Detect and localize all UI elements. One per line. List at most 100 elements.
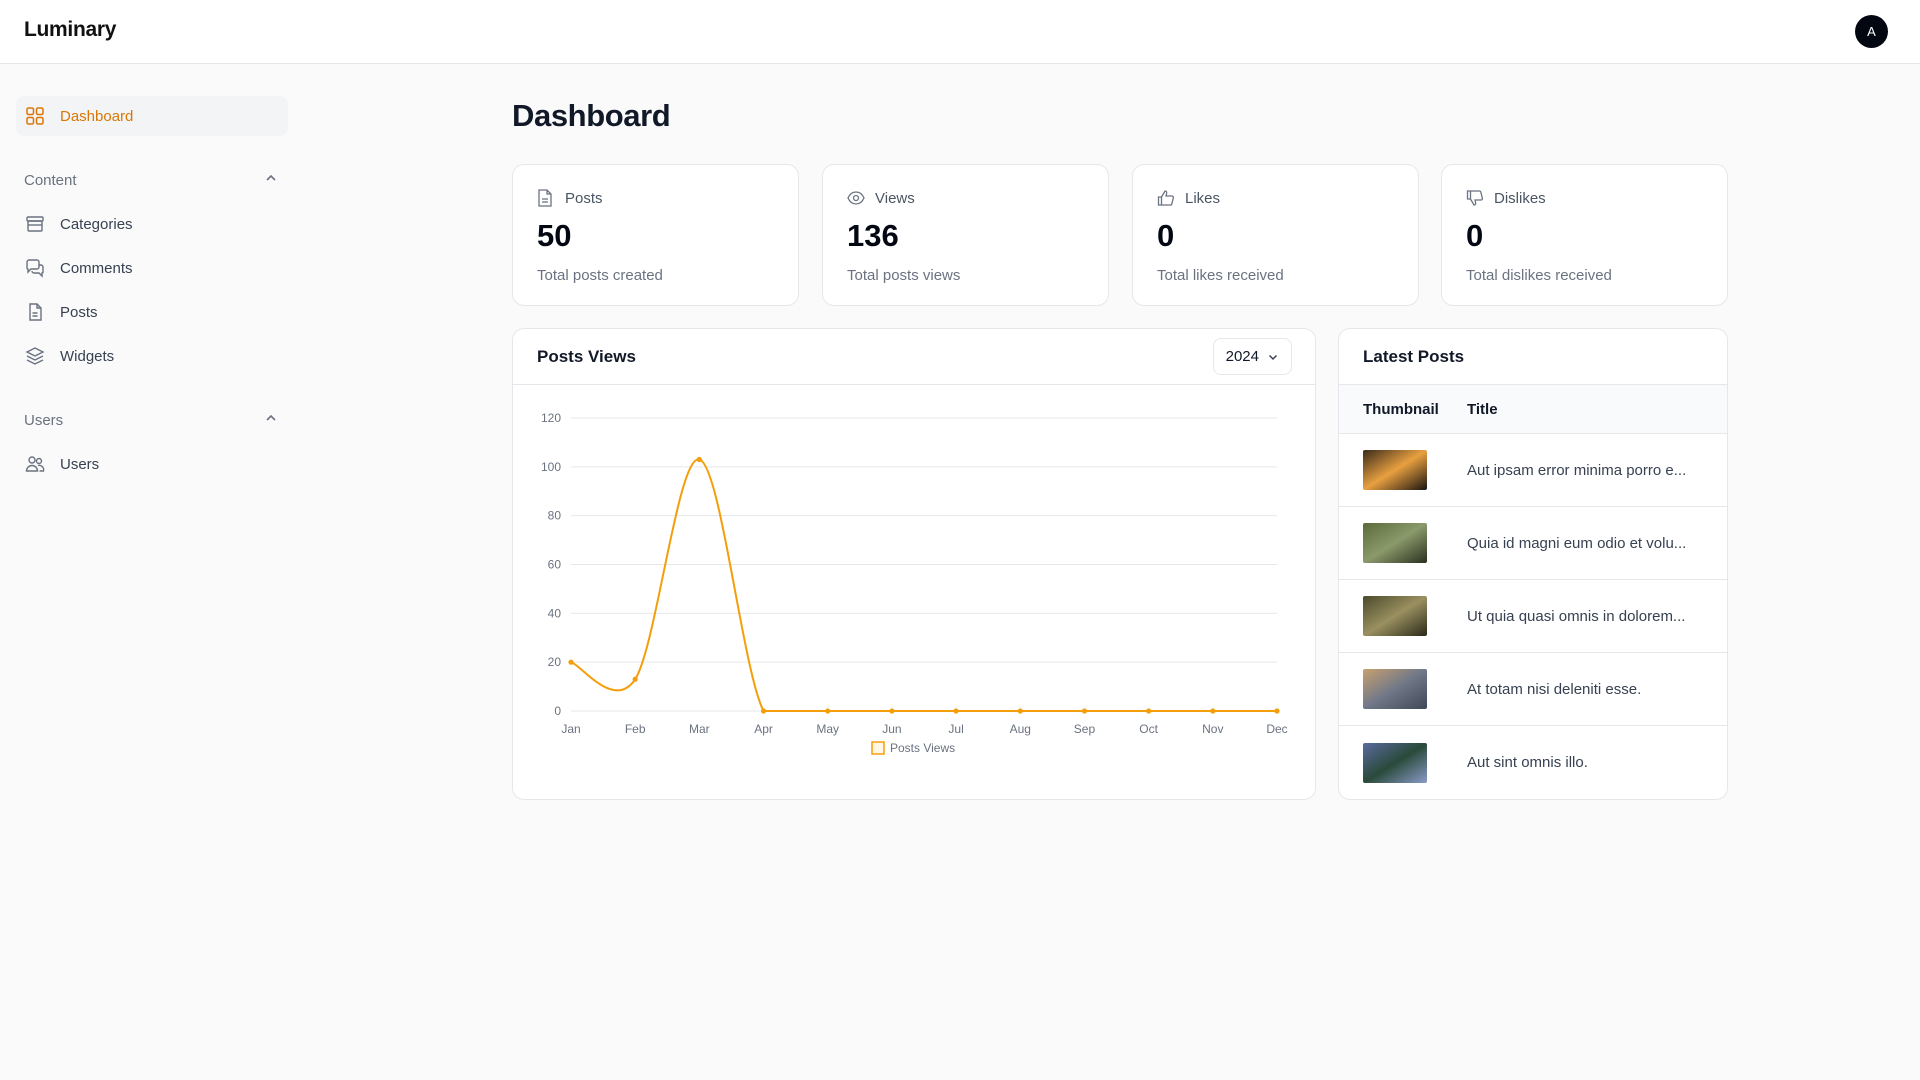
data-point [1274, 708, 1280, 714]
stat-card-views: Views 136 Total posts views [822, 164, 1109, 306]
sidebar-group-users[interactable]: Users [16, 400, 288, 440]
column-header-title: Title [1467, 400, 1498, 418]
stat-card-likes: Likes 0 Total likes received [1132, 164, 1419, 306]
post-thumbnail [1363, 596, 1427, 636]
stat-value: 50 [537, 218, 572, 253]
x-tick-label: Feb [625, 722, 646, 736]
post-thumbnail [1363, 669, 1427, 709]
page-title: Dashboard [512, 98, 671, 133]
eye-icon [847, 189, 865, 207]
stat-description: Total dislikes received [1466, 267, 1612, 284]
year-select[interactable]: 2024 [1212, 338, 1292, 375]
table-row[interactable]: Quia id magni eum odio et volu... [1339, 507, 1727, 580]
sidebar-item-label: Comments [60, 259, 133, 277]
thumb-up-icon [1157, 189, 1175, 207]
y-tick-label: 60 [548, 558, 562, 572]
brand-logo[interactable]: Luminary [24, 18, 116, 42]
data-point [696, 456, 702, 463]
stat-label: Likes [1185, 189, 1221, 207]
sidebar-item-posts[interactable]: Posts [16, 292, 288, 332]
chart-card-title: Posts Views [537, 346, 636, 366]
main-content: Dashboard Posts 50 Total posts created V… [512, 96, 1728, 800]
x-tick-label: Jan [561, 722, 580, 736]
post-title[interactable]: At totam nisi deleniti esse. [1467, 681, 1697, 698]
x-tick-label: Nov [1202, 722, 1223, 736]
post-thumbnail [1363, 450, 1427, 490]
x-tick-label: Jul [948, 722, 963, 736]
x-tick-label: Apr [754, 722, 773, 736]
post-title[interactable]: Aut ipsam error minima porro e... [1467, 462, 1697, 479]
table-row[interactable]: Aut ipsam error minima porro e... [1339, 434, 1727, 507]
stack-icon [24, 345, 46, 367]
sidebar: Dashboard Content Categories Comments Po… [16, 96, 288, 488]
stat-description: Total posts views [847, 267, 961, 284]
sidebar-item-widgets[interactable]: Widgets [16, 336, 288, 376]
sidebar-item-dashboard[interactable]: Dashboard [16, 96, 288, 136]
user-avatar[interactable]: A [1855, 15, 1888, 48]
thumb-down-icon [1466, 189, 1484, 207]
top-bar: Luminary A [0, 0, 1920, 64]
stat-description: Total posts created [537, 267, 663, 284]
legend-label: Posts Views [890, 741, 955, 755]
post-thumbnail [1363, 523, 1427, 563]
stat-label: Dislikes [1494, 189, 1546, 207]
sidebar-item-comments[interactable]: Comments [16, 248, 288, 288]
chevron-up-icon[interactable] [264, 411, 278, 429]
legend-swatch [871, 741, 885, 755]
x-tick-label: Dec [1266, 722, 1287, 736]
sidebar-item-categories[interactable]: Categories [16, 204, 288, 244]
post-thumbnail [1363, 742, 1427, 783]
chat-bubbles-icon [24, 257, 46, 279]
y-tick-label: 80 [548, 509, 562, 523]
sidebar-item-users[interactable]: Users [16, 444, 288, 484]
sidebar-group-content[interactable]: Content [16, 160, 288, 200]
table-row[interactable]: Ut quia quasi omnis in dolorem... [1339, 580, 1727, 653]
sidebar-item-label: Widgets [60, 347, 115, 365]
sidebar-item-label: Categories [60, 215, 133, 233]
users-icon [24, 453, 46, 475]
sidebar-group-label: Content [24, 171, 77, 189]
post-title[interactable]: Ut quia quasi omnis in dolorem... [1467, 608, 1697, 625]
post-title[interactable]: Quia id magni eum odio et volu... [1467, 535, 1697, 552]
stat-value: 0 [1466, 218, 1484, 253]
data-point [1081, 708, 1088, 714]
sidebar-group-label: Users [24, 411, 64, 429]
table-row[interactable]: Aut sint omnis illo. [1339, 726, 1727, 799]
data-point [1210, 708, 1216, 714]
table-header: Thumbnail Title [1339, 385, 1727, 434]
year-select-value: 2024 [1225, 348, 1259, 365]
y-tick-label: 20 [548, 655, 562, 669]
x-tick-label: Sep [1074, 722, 1096, 736]
data-point [568, 659, 574, 665]
stat-label: Posts [565, 189, 603, 207]
latest-posts-list: Aut ipsam error minima porro e... Quia id… [1339, 434, 1727, 799]
chevron-down-icon [1267, 351, 1279, 363]
data-point [632, 676, 638, 682]
document-icon [24, 301, 46, 323]
sidebar-item-label: Dashboard [60, 107, 134, 125]
dashboard-grid-icon [24, 105, 46, 127]
x-tick-label: May [816, 722, 839, 736]
post-title[interactable]: Aut sint omnis illo. [1467, 754, 1697, 771]
stat-card-dislikes: Dislikes 0 Total dislikes received [1441, 164, 1728, 306]
data-point [1017, 708, 1023, 714]
stat-value: 0 [1157, 218, 1175, 253]
posts-views-card: Posts Views 2024 0 20 40 60 80 100 120 Jan Feb Ma… [512, 328, 1316, 800]
y-tick-label: 0 [554, 704, 561, 718]
data-point [889, 708, 895, 714]
data-point [953, 708, 959, 714]
stat-label: Views [875, 189, 915, 207]
table-row[interactable]: At totam nisi deleniti esse. [1339, 653, 1727, 726]
stat-card-posts: Posts 50 Total posts created [512, 164, 799, 306]
sidebar-item-label: Users [60, 455, 100, 473]
data-point [825, 708, 831, 714]
posts-views-chart: 0 20 40 60 80 100 120 Jan Feb Mar Apr May Jun Jul Aug S… [541, 411, 1288, 755]
document-icon [537, 189, 555, 207]
stats-row: Posts 50 Total posts created Views 136 T… [512, 164, 1728, 306]
chevron-up-icon[interactable] [264, 171, 278, 189]
x-tick-label: Aug [1010, 722, 1031, 736]
x-tick-label: Jun [882, 722, 901, 736]
column-header-thumbnail: Thumbnail [1363, 400, 1439, 418]
data-point [1146, 708, 1152, 714]
series-line [570, 458, 1277, 713]
